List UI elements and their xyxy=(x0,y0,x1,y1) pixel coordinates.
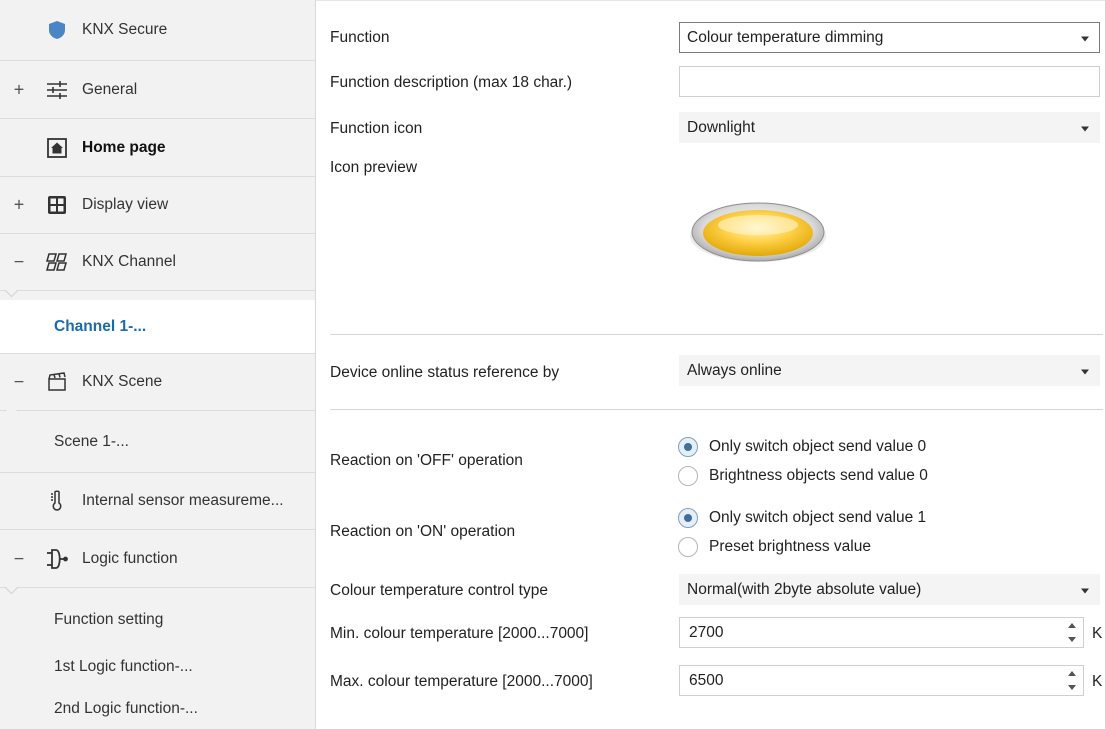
sidebar: KNX Secure + General Home page + Display… xyxy=(0,0,316,729)
downlight-preview-icon xyxy=(688,196,828,266)
sidebar-item-label: Channel 1-... xyxy=(54,317,147,335)
shield-icon xyxy=(46,19,68,41)
sidebar-item-label: Scene 1-... xyxy=(54,432,129,450)
stepper-arrows[interactable] xyxy=(1067,622,1077,644)
chevron-down-icon xyxy=(1081,369,1089,374)
chevron-down-icon xyxy=(1081,126,1089,131)
decrement-icon[interactable] xyxy=(1068,685,1076,690)
collapse-icon[interactable]: − xyxy=(12,372,26,393)
max-ct-value: 6500 xyxy=(689,671,724,689)
min-ct-value: 2700 xyxy=(689,623,724,641)
home-icon xyxy=(46,137,68,159)
radio-label: Brightness objects send value 0 xyxy=(709,467,928,484)
function-icon-select[interactable]: Downlight xyxy=(679,112,1100,143)
sidebar-item-label: KNX Scene xyxy=(82,373,163,390)
function-select[interactable]: Colour temperature dimming xyxy=(679,22,1100,53)
collapse-icon[interactable]: − xyxy=(12,252,26,273)
radio-button-icon[interactable] xyxy=(678,437,698,457)
collapse-icon[interactable]: − xyxy=(12,548,26,569)
sidebar-item-label: KNX Secure xyxy=(82,21,168,38)
section-divider xyxy=(330,334,1103,335)
function-description-label: Function description (max 18 char.) xyxy=(330,74,573,91)
unit-label: K xyxy=(1092,673,1103,690)
channel-icon xyxy=(46,251,68,273)
unit-label: K xyxy=(1092,625,1103,642)
radio-button-icon[interactable] xyxy=(678,466,698,486)
increment-icon[interactable] xyxy=(1068,671,1076,676)
online-status-select[interactable]: Always online xyxy=(679,355,1100,386)
sidebar-item-logic-1[interactable]: 1st Logic function-... xyxy=(0,644,315,689)
sidebar-item-label: 2nd Logic function-... xyxy=(54,700,198,717)
icon-preview-label: Icon preview xyxy=(330,159,418,176)
sidebar-item-home-page[interactable]: Home page xyxy=(0,119,315,177)
sidebar-item-knx-secure[interactable]: KNX Secure xyxy=(0,0,315,61)
parameter-panel: Function Colour temperature dimming Func… xyxy=(316,0,1105,729)
tree-connector-icon xyxy=(4,290,18,298)
max-ct-label: Max. colour temperature [2000...7000] xyxy=(330,673,593,690)
online-status-select-value: Always online xyxy=(687,361,782,379)
online-status-label: Device online status reference by xyxy=(330,364,560,381)
sidebar-item-scene-1[interactable]: Scene 1-... xyxy=(0,411,315,473)
sidebar-item-logic-function[interactable]: − Logic function xyxy=(0,530,315,588)
radio-label: Only switch object send value 1 xyxy=(709,509,927,526)
grid-icon xyxy=(46,194,68,216)
sidebar-item-label: General xyxy=(82,80,138,98)
min-ct-stepper[interactable]: 2700 xyxy=(679,617,1084,648)
sidebar-item-function-setting[interactable]: Function setting xyxy=(0,596,315,644)
decrement-icon[interactable] xyxy=(1068,637,1076,642)
sidebar-item-knx-channel[interactable]: − KNX Channel xyxy=(0,234,315,291)
sidebar-item-general[interactable]: + General xyxy=(0,61,315,119)
radio-button-icon[interactable] xyxy=(678,537,698,557)
sidebar-item-label: Function setting xyxy=(54,611,164,628)
expand-icon[interactable]: + xyxy=(12,79,26,100)
top-divider xyxy=(316,0,1105,1)
sidebar-item-label: 1st Logic function-... xyxy=(54,657,193,675)
sidebar-item-knx-scene[interactable]: − KNX Scene xyxy=(0,353,315,411)
sidebar-item-internal-sensor[interactable]: Internal sensor measureme... xyxy=(0,473,315,530)
sidebar-item-label: Internal sensor measureme... xyxy=(82,492,284,509)
sidebar-item-channel-1[interactable]: Channel 1-... xyxy=(0,300,315,353)
radio-label: Preset brightness value xyxy=(709,538,871,555)
logic-gate-icon xyxy=(46,548,68,570)
increment-icon[interactable] xyxy=(1068,623,1076,628)
chevron-down-icon xyxy=(1081,36,1089,41)
on-reaction-label: Reaction on 'ON' operation xyxy=(330,523,516,540)
function-icon-select-value: Downlight xyxy=(687,118,756,136)
sidebar-item-logic-2[interactable]: 2nd Logic function-... xyxy=(0,689,315,729)
clapperboard-icon xyxy=(46,371,68,393)
function-label: Function xyxy=(330,29,390,46)
tree-connector-icon xyxy=(4,587,18,595)
function-description-input[interactable] xyxy=(679,66,1100,97)
function-icon-label: Function icon xyxy=(330,120,423,137)
chevron-down-icon xyxy=(1081,588,1089,593)
min-ct-label: Min. colour temperature [2000...7000] xyxy=(330,625,589,642)
radio-button-icon[interactable] xyxy=(678,508,698,528)
ct-type-select[interactable]: Normal(with 2byte absolute value) xyxy=(679,574,1100,605)
stepper-arrows[interactable] xyxy=(1067,670,1077,692)
expand-icon[interactable]: + xyxy=(12,195,26,216)
sliders-icon xyxy=(46,79,68,101)
function-select-value: Colour temperature dimming xyxy=(687,28,884,46)
ct-type-label: Colour temperature control type xyxy=(330,582,548,599)
thermometer-icon xyxy=(46,490,68,512)
radio-label: Only switch object send value 0 xyxy=(709,438,927,455)
sidebar-item-label: KNX Channel xyxy=(82,253,176,270)
sidebar-item-display-view[interactable]: + Display view xyxy=(0,177,315,234)
ct-type-select-value: Normal(with 2byte absolute value) xyxy=(687,580,922,598)
max-ct-stepper[interactable]: 6500 xyxy=(679,665,1084,696)
sidebar-item-label: Home page xyxy=(82,138,166,156)
sidebar-item-label: Logic function xyxy=(82,549,178,567)
sidebar-item-label: Display view xyxy=(82,196,169,213)
off-reaction-label: Reaction on 'OFF' operation xyxy=(330,452,523,469)
section-divider xyxy=(330,409,1103,410)
